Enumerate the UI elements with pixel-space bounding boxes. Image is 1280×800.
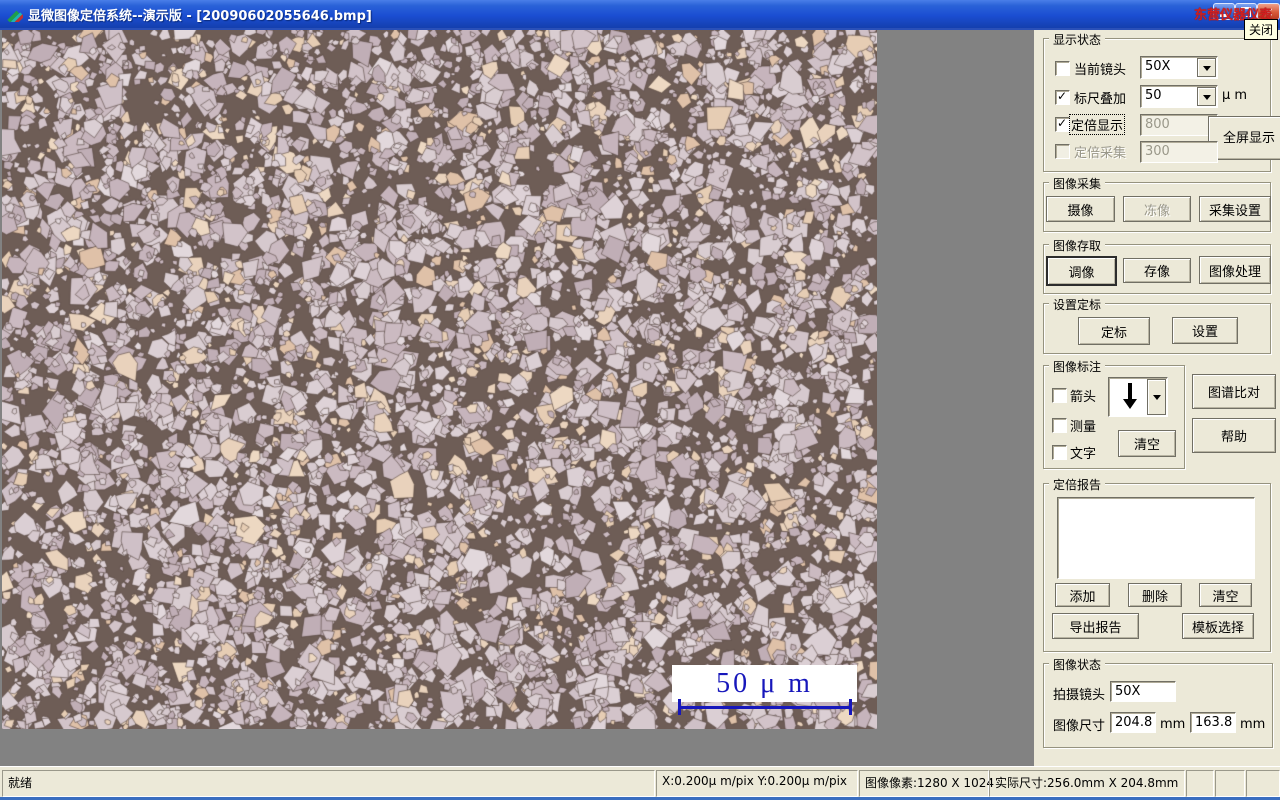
group-title: 图像采集 <box>1049 175 1106 192</box>
chevron-down-icon[interactable] <box>1197 87 1216 106</box>
group-title: 图像标注 <box>1049 358 1106 375</box>
help-button[interactable]: 帮助 <box>1192 418 1276 453</box>
status-empty-cell <box>1246 770 1280 797</box>
fixed-zoom-display-label: 定倍显示 <box>1069 114 1126 135</box>
fixed-zoom-capture-value: 300 <box>1145 144 1170 159</box>
capture-settings-button[interactable]: 采集设置 <box>1199 196 1271 222</box>
current-lens-checkbox[interactable] <box>1055 61 1070 76</box>
text-annotation-checkbox[interactable] <box>1052 445 1067 460</box>
micrograph-image <box>2 30 877 729</box>
app-icon <box>6 5 25 25</box>
status-ready: 就绪 <box>2 770 655 797</box>
report-delete-button[interactable]: 删除 <box>1128 583 1182 607</box>
arrow-annotation-label: 箭头 <box>1070 390 1097 405</box>
measure-annotation-checkbox[interactable] <box>1052 418 1067 433</box>
calibration-settings-button[interactable]: 设置 <box>1172 317 1238 344</box>
group-image-status: 图像状态 <box>1043 656 1273 748</box>
scale-bar-line <box>678 706 852 709</box>
chevron-down-icon[interactable] <box>1197 58 1216 77</box>
save-image-button[interactable]: 存像 <box>1123 258 1191 283</box>
close-tooltip: 关闭 <box>1244 19 1279 40</box>
scale-bar-text: 50 μ m <box>716 667 813 699</box>
scale-bar-tick-left <box>678 699 681 715</box>
load-image-button[interactable]: 调像 <box>1046 256 1117 286</box>
scale-bar-label-box: 50 μ m <box>672 665 857 702</box>
client-area: 50 μ m 显示状态 当前镜头 50X 标尺叠加 50 μ m <box>0 30 1280 766</box>
report-template-button[interactable]: 模板选择 <box>1182 613 1254 639</box>
capture-button[interactable]: 摄像 <box>1046 196 1115 222</box>
scale-bar-tick-right <box>849 699 852 715</box>
current-lens-select[interactable]: 50X <box>1140 56 1218 79</box>
status-bar: 就绪 X:0.200μ m/pix Y:0.200μ m/pix 图像像素:12… <box>0 766 1280 798</box>
fixed-zoom-capture-field: 300 <box>1140 141 1218 163</box>
image-viewport[interactable]: 50 μ m <box>2 30 877 729</box>
fixed-zoom-display-field: 800 <box>1140 114 1218 136</box>
status-actual-size: 实际尺寸:256.0mm X 204.8mm <box>989 770 1185 797</box>
image-width-field: 204.8 <box>1110 712 1156 733</box>
ruler-overlay-checkbox[interactable] <box>1055 89 1070 105</box>
title-bar: 显微图像定倍系统--演示版 - [20090602055646.bmp] × 东… <box>0 0 1280 28</box>
arrow-annotation-checkbox[interactable] <box>1052 388 1067 403</box>
group-title: 图像存取 <box>1049 237 1106 254</box>
arrow-style-select[interactable] <box>1108 377 1168 417</box>
shooting-lens-label: 拍摄镜头 <box>1053 688 1106 703</box>
fixed-zoom-display-value: 800 <box>1145 117 1170 132</box>
down-arrow-icon <box>1119 381 1141 414</box>
shooting-lens-field: 50X <box>1110 681 1176 702</box>
text-annotation-label: 文字 <box>1070 447 1097 462</box>
height-unit-label: mm <box>1240 717 1266 732</box>
fixed-zoom-capture-checkbox <box>1055 144 1070 159</box>
report-list[interactable] <box>1057 497 1255 579</box>
image-height-field: 163.8 <box>1190 712 1236 733</box>
ruler-unit-label: μ m <box>1222 88 1248 103</box>
clear-annotation-button[interactable]: 清空 <box>1118 430 1176 457</box>
image-process-button[interactable]: 图像处理 <box>1199 256 1271 284</box>
report-add-button[interactable]: 添加 <box>1055 583 1110 607</box>
image-size-label: 图像尺寸 <box>1053 719 1106 734</box>
group-title: 设置定标 <box>1049 296 1106 313</box>
fixed-zoom-display-checkbox[interactable] <box>1055 116 1070 132</box>
ruler-length-select[interactable]: 50 <box>1140 85 1218 108</box>
shooting-lens-value: 50X <box>1115 684 1141 699</box>
freeze-button: 冻像 <box>1123 196 1191 222</box>
status-empty-cell <box>1186 770 1214 797</box>
status-empty-cell <box>1215 770 1245 797</box>
ruler-length-value: 50 <box>1145 88 1162 103</box>
fullscreen-button[interactable]: 全屏显示 <box>1208 116 1280 160</box>
control-panel: 显示状态 当前镜头 50X 标尺叠加 50 μ m 定倍显示 800 全屏显示 … <box>1034 30 1280 766</box>
current-lens-label: 当前镜头 <box>1074 63 1127 78</box>
chevron-down-icon[interactable] <box>1147 379 1166 415</box>
image-width-value: 204.8 <box>1115 715 1153 730</box>
fixed-zoom-capture-label: 定倍采集 <box>1074 146 1127 161</box>
current-lens-value: 50X <box>1145 59 1171 74</box>
group-title: 显示状态 <box>1049 31 1106 48</box>
calibrate-button[interactable]: 定标 <box>1078 317 1150 345</box>
group-title: 图像状态 <box>1049 656 1106 673</box>
image-height-value: 163.8 <box>1195 715 1233 730</box>
atlas-compare-button[interactable]: 图谱比对 <box>1192 374 1276 409</box>
application-window: 显微图像定倍系统--演示版 - [20090602055646.bmp] × 东… <box>0 0 1280 800</box>
report-export-button[interactable]: 导出报告 <box>1052 613 1139 639</box>
width-unit-label: mm <box>1160 717 1186 732</box>
window-title: 显微图像定倍系统--演示版 - [20090602055646.bmp] <box>28 9 372 24</box>
group-title: 定倍报告 <box>1049 476 1106 493</box>
measure-annotation-label: 测量 <box>1070 420 1097 435</box>
report-clear-button[interactable]: 清空 <box>1199 583 1252 607</box>
ruler-overlay-label: 标尺叠加 <box>1074 92 1127 107</box>
status-resolution: X:0.200μ m/pix Y:0.200μ m/pix <box>656 770 858 797</box>
status-image-pixels: 图像像素:1280 X 1024 <box>859 770 994 797</box>
